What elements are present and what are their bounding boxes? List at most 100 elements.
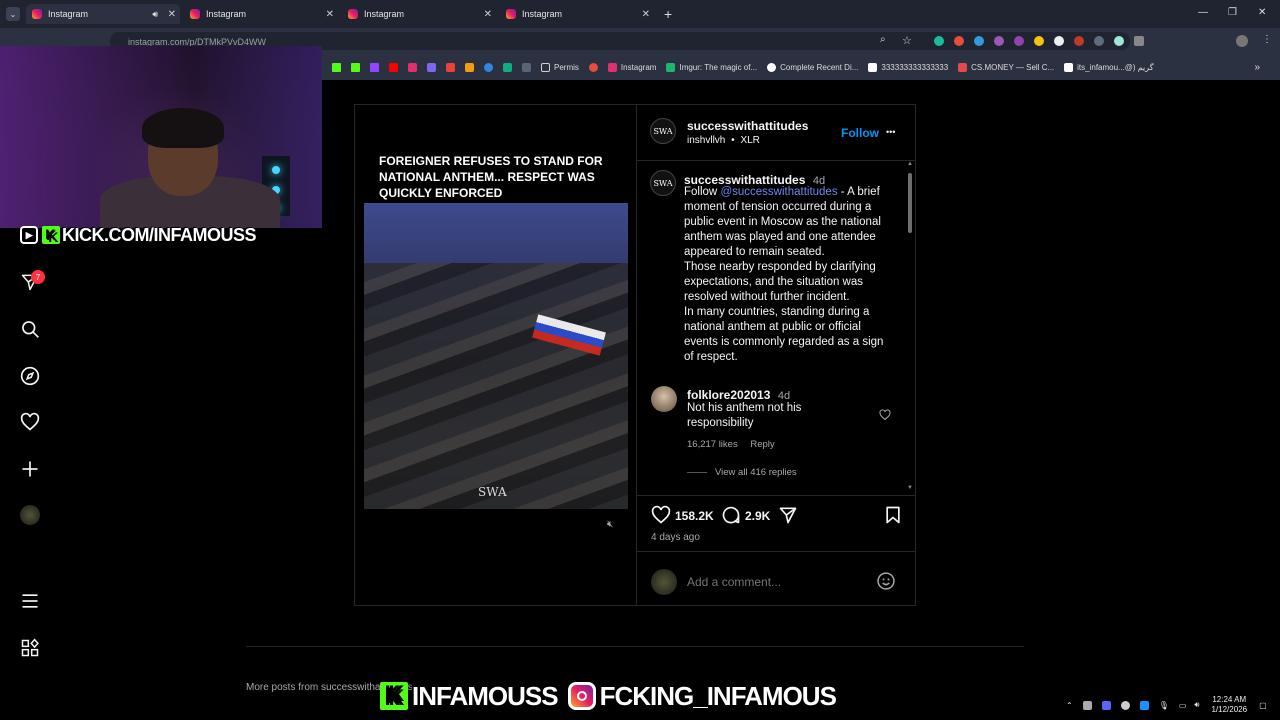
nav-more-menu[interactable] — [20, 591, 40, 611]
close-tab-icon[interactable]: ✕ — [326, 9, 334, 20]
bookmark-tiktok[interactable]: its_infamou...@) گریم — [1064, 62, 1154, 72]
comment-button[interactable] — [721, 505, 741, 530]
bookmark-x[interactable]: 333333333333333 — [868, 62, 948, 72]
extension-icon[interactable] — [1014, 36, 1024, 46]
bookmark-icon[interactable] — [465, 62, 474, 72]
more-bookmarks-icon[interactable]: » — [1254, 62, 1260, 73]
close-tab-icon[interactable]: ✕ — [642, 9, 650, 20]
nav-profile[interactable] — [20, 505, 40, 525]
bookmark-instagram[interactable]: Instagram — [607, 62, 656, 72]
extension-icon[interactable] — [954, 36, 964, 46]
tab-instagram-1[interactable]: Instagram 🔊︎ ✕ — [26, 4, 180, 24]
nav-notifications[interactable] — [20, 412, 40, 432]
kick-bookmark-icon[interactable] — [332, 62, 341, 72]
gmail-bookmark-icon[interactable] — [446, 62, 455, 72]
tray-overflow-icon[interactable]: ⌃ — [1066, 701, 1073, 710]
puzzle-icon[interactable] — [1134, 36, 1144, 46]
comments-scrollbar[interactable]: ▲ ▼ — [907, 161, 913, 493]
clock[interactable]: 12:24 AM 1/12/2026 — [1211, 695, 1247, 715]
volume-icon[interactable]: 🔊︎ — [1194, 700, 1199, 710]
extension-icon[interactable] — [1054, 36, 1064, 46]
microphone-icon[interactable]: 🎙︎ — [1159, 701, 1169, 710]
bookmark-imgur[interactable]: Imgur: The magic of... — [666, 62, 757, 72]
caption-mention-link[interactable]: @successwithattitudes — [720, 186, 837, 198]
bookmark-csmoney[interactable]: CS.MONEY — Sell C... — [958, 62, 1054, 72]
instagram-bookmark-icon[interactable] — [408, 62, 417, 72]
bookmark-icon[interactable] — [484, 62, 493, 72]
bookmark-icon[interactable] — [588, 62, 598, 72]
more-options-icon[interactable]: ••• — [886, 127, 895, 137]
post-media[interactable]: FOREIGNER REFUSES TO STAND FOR NATIONAL … — [355, 105, 636, 605]
new-tab-button[interactable]: + — [664, 6, 672, 22]
close-window-button[interactable]: ✕ — [1258, 7, 1266, 18]
extension-icon[interactable] — [934, 36, 944, 46]
like-count[interactable]: 158.2K — [675, 509, 714, 523]
video-frame[interactable]: SWA — [364, 203, 628, 509]
zoom-icon[interactable]: ⌕ — [880, 34, 886, 45]
extension-icon[interactable] — [1074, 36, 1084, 46]
twitch-bookmark-icon[interactable] — [370, 62, 379, 72]
comment-count[interactable]: 2.9K — [745, 509, 770, 523]
scrollbar-thumb[interactable] — [908, 173, 912, 233]
minimize-button[interactable]: — — [1198, 7, 1208, 18]
notification-center-icon[interactable]: ▢ — [1259, 701, 1267, 710]
tab-instagram-2[interactable]: Instagram ✕ — [184, 4, 338, 24]
csmoney-bookmark-icon — [958, 62, 968, 72]
like-button[interactable] — [651, 505, 671, 530]
subline-user[interactable]: inshvllvh — [687, 135, 725, 146]
commenter-avatar[interactable] — [651, 386, 677, 412]
comment-like-icon[interactable] — [879, 408, 891, 426]
add-comment-input[interactable] — [687, 573, 867, 591]
plus-icon — [22, 461, 38, 477]
tab-search-button[interactable]: ⌄ — [6, 7, 20, 21]
view-replies-button[interactable]: View all 416 replies — [715, 467, 797, 478]
nav-also-from-meta[interactable] — [20, 638, 40, 658]
post-date[interactable]: 4 days ago — [651, 532, 700, 543]
tray-app-icon[interactable] — [1120, 700, 1130, 710]
tray-app-icon[interactable] — [1082, 700, 1092, 710]
tray-app-icon[interactable] — [1139, 700, 1149, 710]
emoji-picker-icon[interactable] — [876, 571, 896, 596]
nav-explore[interactable] — [20, 366, 40, 386]
author-username[interactable]: successwithattitudes — [687, 119, 808, 133]
close-tab-icon[interactable]: ✕ — [484, 9, 492, 20]
profile-avatar[interactable] — [1236, 35, 1248, 47]
mute-toggle-icon[interactable]: 🔇︎ — [607, 519, 613, 530]
menu-kebab-icon[interactable]: ⋮ — [1262, 34, 1272, 45]
comment-likes[interactable]: 16,217 likes — [687, 439, 738, 450]
nav-search[interactable] — [20, 319, 40, 339]
bookmark-icon[interactable] — [503, 62, 512, 72]
save-button[interactable] — [883, 505, 903, 530]
maximize-button[interactable]: ❐ — [1228, 7, 1237, 18]
caption-avatar[interactable]: SWA — [650, 170, 676, 196]
comment-username[interactable]: folklore202013 — [687, 388, 770, 402]
extension-icon[interactable] — [1094, 36, 1104, 46]
scroll-down-icon[interactable]: ▼ — [907, 485, 913, 491]
bookmark-icon[interactable] — [522, 62, 531, 72]
tab-instagram-3[interactable]: Instagram ✕ — [342, 4, 496, 24]
bookmark-github[interactable]: Complete Recent Di... — [767, 62, 858, 72]
tab-instagram-4[interactable]: Instagram ✕ — [500, 4, 654, 24]
nav-create[interactable] — [20, 459, 40, 479]
streamer-hair — [142, 108, 224, 148]
discord-tray-icon[interactable] — [1101, 700, 1111, 710]
follow-button[interactable]: Follow — [841, 126, 879, 140]
more-posts-divider — [246, 646, 1024, 647]
author-avatar[interactable]: SWA — [650, 118, 676, 144]
extension-icon[interactable] — [994, 36, 1004, 46]
share-button[interactable] — [778, 505, 798, 530]
bookmark-permis[interactable]: Permis — [541, 62, 579, 72]
network-icon[interactable]: ▭ — [1179, 701, 1187, 710]
close-tab-icon[interactable]: ✕ — [168, 9, 176, 20]
speaker-icon[interactable]: 🔊︎ — [152, 9, 158, 20]
scroll-up-icon[interactable]: ▲ — [907, 161, 913, 167]
extension-icon[interactable] — [1114, 36, 1124, 46]
kick-bookmark-icon[interactable] — [351, 62, 360, 72]
extension-icon[interactable] — [1034, 36, 1044, 46]
bookmark-star-icon[interactable]: ☆ — [902, 34, 912, 47]
extension-icon[interactable] — [974, 36, 984, 46]
subline-audio[interactable]: XLR — [740, 135, 759, 146]
comment-reply-button[interactable]: Reply — [750, 439, 774, 450]
youtube-bookmark-icon[interactable] — [389, 62, 398, 72]
bookmark-icon[interactable] — [427, 62, 436, 72]
